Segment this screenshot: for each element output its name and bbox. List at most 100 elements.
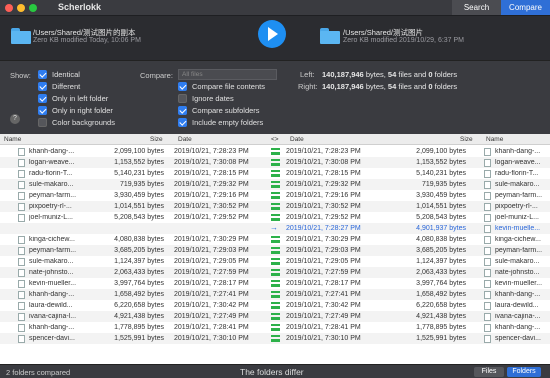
table-row[interactable]: 2019/10/21, 7:28:27 PM 4,901,937 bytes kev…	[0, 223, 550, 234]
left-file-size: 3,930,459 bytes	[114, 191, 164, 199]
table-header: Name Size Date <> Date Size Name	[0, 134, 550, 145]
right-file-date: 2019/10/21, 7:29:05 PM	[286, 257, 361, 265]
comparison-table[interactable]: Name Size Date <> Date Size Name khanh-d…	[0, 134, 550, 364]
right-file-date: 2019/10/21, 7:29:32 PM	[286, 180, 361, 188]
left-file-size: 1,124,397 bytes	[114, 257, 164, 265]
minimize-window-button[interactable]	[17, 4, 25, 12]
table-row[interactable]: laura-dewild... 6,220,658 bytes 2019/10/21…	[0, 300, 550, 311]
show-identical-checkbox[interactable]: Identical	[38, 70, 80, 79]
show-only-left-checkbox[interactable]: Only in left folder	[38, 94, 108, 103]
file-icon	[18, 170, 25, 178]
left-folders: 0	[428, 70, 433, 79]
compare-filter-input[interactable]: All files	[178, 69, 277, 80]
tab-compare[interactable]: Compare	[501, 0, 550, 15]
header-left-name[interactable]: Name	[4, 136, 21, 143]
equal-icon	[271, 269, 280, 276]
checkbox-label: Include empty folders	[192, 118, 264, 127]
left-file-name: ivana-cajina-l...	[29, 312, 77, 320]
left-file-name: khanh-dang-...	[29, 323, 75, 331]
files-view-button[interactable]: Files	[474, 367, 504, 377]
compare-contents-checkbox[interactable]: Compare file contents	[178, 82, 265, 91]
left-file-date: 2019/10/21, 7:29:03 PM	[174, 246, 249, 254]
mode-segmented-control: Search Compare	[452, 0, 550, 15]
right-folder-icon[interactable]	[320, 28, 340, 44]
table-row[interactable]: pixpoetry-rl-... 1,014,551 bytes 2019/10/2…	[0, 201, 550, 212]
table-row[interactable]: logan-weave... 1,153,552 bytes 2019/10/21,…	[0, 157, 550, 168]
table-row[interactable]: ivana-cajina-l... 4,921,438 bytes 2019/10/…	[0, 311, 550, 322]
table-row[interactable]: peyman-farm... 3,930,459 bytes 2019/10/21,…	[0, 190, 550, 201]
header-left-size[interactable]: Size	[150, 136, 163, 143]
left-file-name: sule-makaro...	[29, 257, 74, 265]
table-row[interactable]: kinga-cichew... 4,080,838 bytes 2019/10/21…	[0, 234, 550, 245]
header-right-name[interactable]: Name	[486, 136, 503, 143]
header-compare[interactable]: <>	[271, 136, 279, 143]
left-file-size: 1,153,552 bytes	[114, 158, 164, 166]
right-file-date: 2019/10/21, 7:28:23 PM	[286, 147, 361, 155]
table-row[interactable]: khanh-dang-... 1,778,895 bytes 2019/10/21,…	[0, 322, 550, 333]
tab-search[interactable]: Search	[452, 0, 501, 15]
file-icon	[484, 203, 491, 211]
right-file-name: radu-florin-T...	[495, 169, 539, 177]
left-folder-meta: Zero KB modified Today, 10:06 PM	[33, 37, 141, 44]
folder-header: /Users/Shared/测试图片的副本 Zero KB modified T…	[0, 16, 550, 60]
left-folder-icon[interactable]	[11, 28, 31, 44]
equal-icon	[271, 291, 280, 298]
left-file-name: spencer-davi...	[29, 334, 75, 342]
file-icon	[18, 313, 25, 321]
table-row[interactable]: nate-johnsto... 2,063,433 bytes 2019/10/21…	[0, 267, 550, 278]
table-row[interactable]: kevin-mueller... 3,997,764 bytes 2019/10/2…	[0, 278, 550, 289]
folders-view-button[interactable]: Folders	[507, 367, 541, 377]
status-bar: 2 folders compared The folders differ Fi…	[0, 364, 550, 378]
checkbox-label: Only in right folder	[52, 106, 113, 115]
checkbox-checked-icon	[38, 82, 47, 91]
file-icon	[18, 203, 25, 211]
left-file-size: 2,063,433 bytes	[114, 268, 164, 276]
right-file-size: 1,014,551 bytes	[416, 202, 466, 210]
right-file-date: 2019/10/21, 7:27:41 PM	[286, 290, 361, 298]
table-row[interactable]: khanh-dang-... 2,099,100 bytes 2019/10/21,…	[0, 146, 550, 157]
help-button[interactable]: ?	[10, 114, 20, 124]
file-icon	[18, 192, 25, 200]
table-row[interactable]: joel-muniz-L... 5,208,543 bytes 2019/10/21…	[0, 212, 550, 223]
compare-subfolders-checkbox[interactable]: Compare subfolders	[178, 106, 260, 115]
file-icon	[484, 335, 491, 343]
left-file-size: 5,140,231 bytes	[114, 169, 164, 177]
compare-play-button[interactable]	[258, 20, 286, 48]
right-file-date: 2019/10/21, 7:28:17 PM	[286, 279, 361, 287]
show-label: Show:	[10, 71, 31, 80]
table-row[interactable]: sule-makaro... 719,935 bytes 2019/10/21, 7…	[0, 179, 550, 190]
close-window-button[interactable]	[5, 4, 13, 12]
zoom-window-button[interactable]	[29, 4, 37, 12]
table-row[interactable]: peyman-farm... 3,685,205 bytes 2019/10/21,…	[0, 245, 550, 256]
table-row[interactable]: spencer-davi... 1,525,991 bytes 2019/10/21…	[0, 333, 550, 344]
table-row[interactable]: sule-makaro... 1,124,397 bytes 2019/10/21,…	[0, 256, 550, 267]
file-icon	[484, 148, 491, 156]
include-empty-folders-checkbox[interactable]: Include empty folders	[178, 118, 263, 127]
right-file-name: nate-johnsto...	[495, 268, 540, 276]
right-file-size: 4,921,438 bytes	[416, 312, 466, 320]
color-backgrounds-checkbox[interactable]: Color backgrounds	[38, 118, 115, 127]
right-file-size: 3,930,459 bytes	[416, 191, 466, 199]
left-file-size: 5,208,543 bytes	[114, 213, 164, 221]
right-file-date: 2019/10/21, 7:29:52 PM	[286, 213, 361, 221]
left-file-size: 1,778,895 bytes	[114, 323, 164, 331]
show-different-checkbox[interactable]: Different	[38, 82, 80, 91]
equal-icon	[271, 181, 280, 188]
left-file-size: 6,220,658 bytes	[114, 301, 164, 309]
left-file-name: kevin-mueller...	[29, 279, 77, 287]
right-file-date: 2019/10/21, 7:30:52 PM	[286, 202, 361, 210]
summary-left-value: 140,187,946 bytes, 54 files and 0 folder…	[322, 70, 457, 79]
show-only-right-checkbox[interactable]: Only in right folder	[38, 106, 113, 115]
header-left-date[interactable]: Date	[178, 136, 192, 143]
left-bytes: 140,187,946	[322, 70, 364, 79]
table-row[interactable]: radu-florin-T... 5,140,231 bytes 2019/10/2…	[0, 168, 550, 179]
table-row[interactable]: khanh-dang-... 1,658,492 bytes 2019/10/21,…	[0, 289, 550, 300]
left-file-size: 3,685,205 bytes	[114, 246, 164, 254]
header-right-size[interactable]: Size	[460, 136, 473, 143]
header-right-date[interactable]: Date	[290, 136, 304, 143]
right-file-name: kinga-cichew...	[495, 235, 541, 243]
ignore-dates-checkbox[interactable]: Ignore dates	[178, 94, 234, 103]
checkbox-checked-icon	[38, 106, 47, 115]
right-file-name: joel-muniz-L...	[495, 213, 539, 221]
right-file-size: 1,124,397 bytes	[416, 257, 466, 265]
